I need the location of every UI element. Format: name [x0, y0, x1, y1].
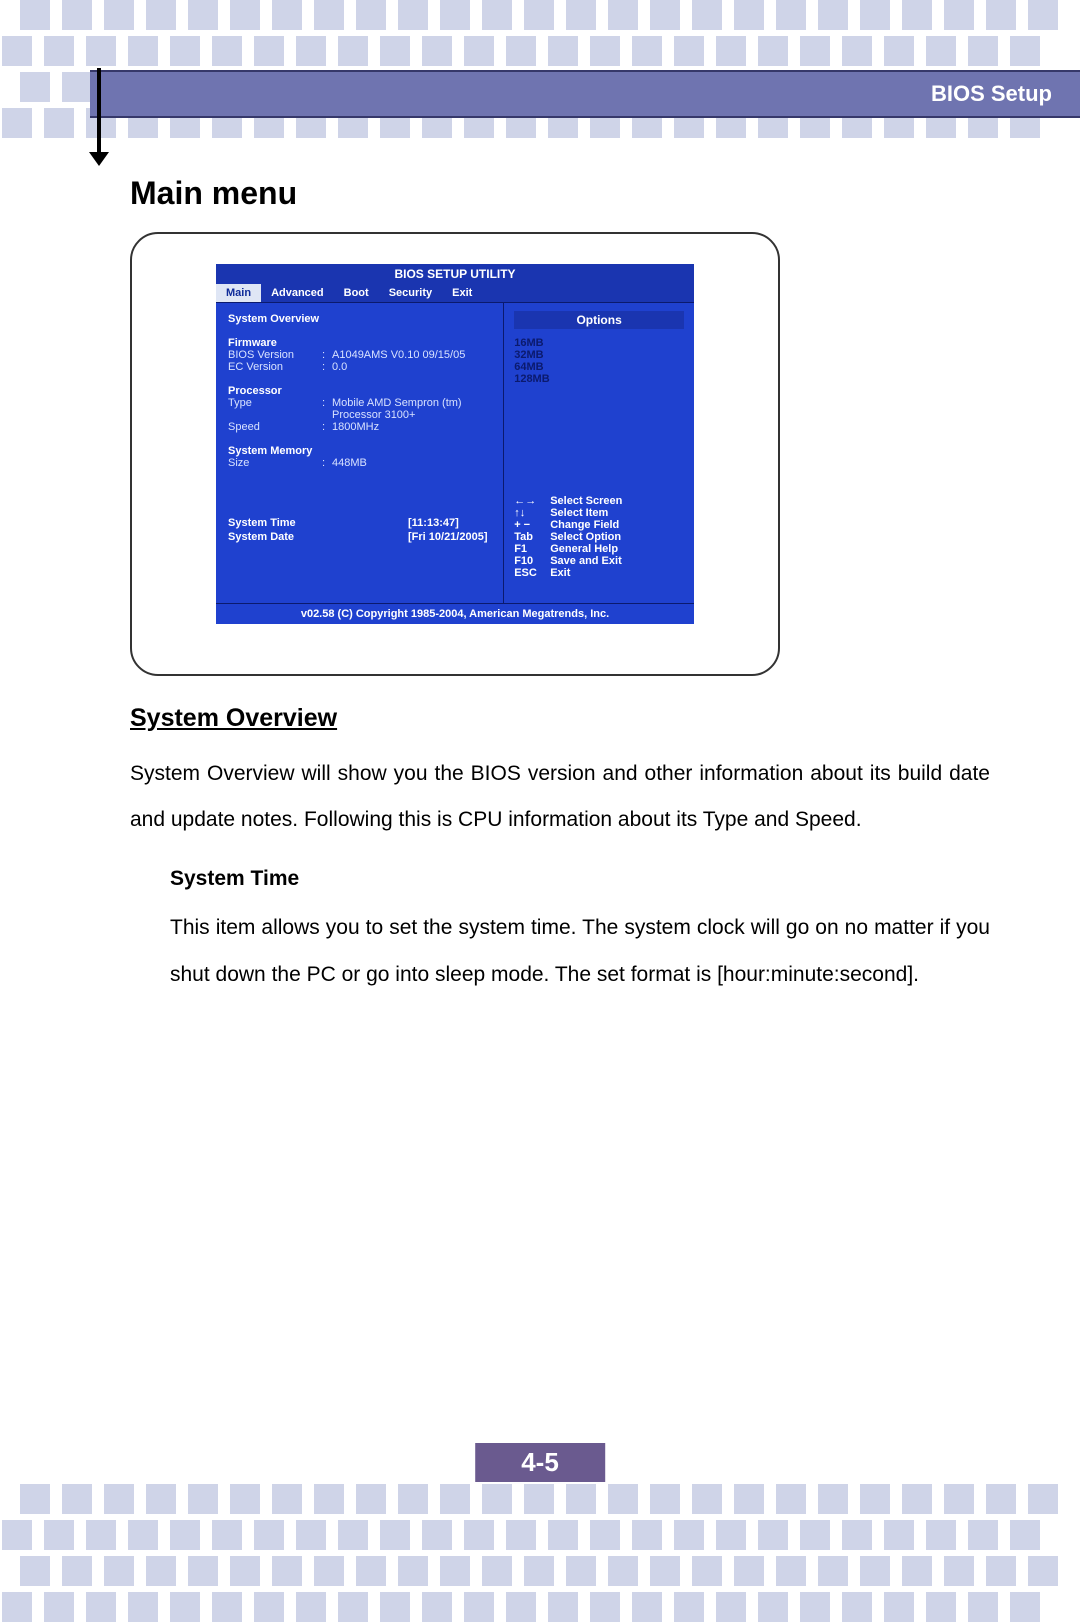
bios-right-panel: Options 16MB 32MB 64MB 128MB ←→Select Sc… — [504, 303, 694, 603]
bios-left-panel: System Overview Firmware BIOS Version:A1… — [216, 303, 504, 603]
bios-tab-boot[interactable]: Boot — [334, 284, 379, 302]
bios-firmware-row: BIOS Version:A1049AMS V0.10 09/15/05 — [228, 349, 491, 361]
body-paragraph: System Overview will show you the BIOS v… — [130, 751, 990, 843]
bios-system-time[interactable]: System Time[11:13:47] — [228, 517, 491, 529]
bios-firmware-header: Firmware — [228, 337, 491, 349]
bios-tab-advanced[interactable]: Advanced — [261, 284, 334, 302]
header-bar: BIOS Setup — [90, 70, 1080, 118]
bios-tab-exit[interactable]: Exit — [442, 284, 482, 302]
sub-heading: System Time — [170, 867, 990, 891]
bios-option[interactable]: 64MB — [514, 361, 684, 373]
page-title: Main menu — [130, 175, 990, 212]
bios-tab-security[interactable]: Security — [379, 284, 442, 302]
arrow-line — [97, 68, 101, 160]
bios-options-header: Options — [514, 311, 684, 329]
page-number-badge: 4-5 — [475, 1443, 605, 1482]
bios-processor-row: Type:Mobile AMD Sempron (tm) Processor 3… — [228, 397, 491, 421]
bios-option[interactable]: 128MB — [514, 373, 684, 385]
bios-system-overview-label: System Overview — [228, 313, 491, 325]
header-title: BIOS Setup — [931, 81, 1052, 107]
sub-paragraph: This item allows you to set the system t… — [170, 905, 990, 997]
bios-processor-row: Speed:1800MHz — [228, 421, 491, 433]
bios-system-date[interactable]: System Date[Fri 10/21/2005] — [228, 531, 491, 543]
decorative-bottom — [0, 1484, 1080, 1622]
bios-processor-header: Processor — [228, 385, 491, 397]
bios-memory-row: Size:448MB — [228, 457, 491, 469]
bios-option[interactable]: 32MB — [514, 349, 684, 361]
bios-option[interactable]: 16MB — [514, 337, 684, 349]
bios-footer: v02.58 (C) Copyright 1985-2004, American… — [216, 603, 694, 624]
bios-screen: BIOS SETUP UTILITY Main Advanced Boot Se… — [216, 264, 694, 624]
bios-utility-title: BIOS SETUP UTILITY — [216, 264, 694, 284]
bios-tabs: Main Advanced Boot Security Exit — [216, 284, 694, 303]
bios-help-keys: ←→Select Screen ↑↓Select Item + −Change … — [514, 495, 684, 579]
bios-tab-main[interactable]: Main — [216, 284, 261, 302]
bios-frame: BIOS SETUP UTILITY Main Advanced Boot Se… — [130, 232, 780, 676]
bios-firmware-row: EC Version:0.0 — [228, 361, 491, 373]
arrow-down-icon — [89, 152, 109, 166]
bios-memory-header: System Memory — [228, 445, 491, 457]
section-heading: System Overview — [130, 704, 990, 733]
